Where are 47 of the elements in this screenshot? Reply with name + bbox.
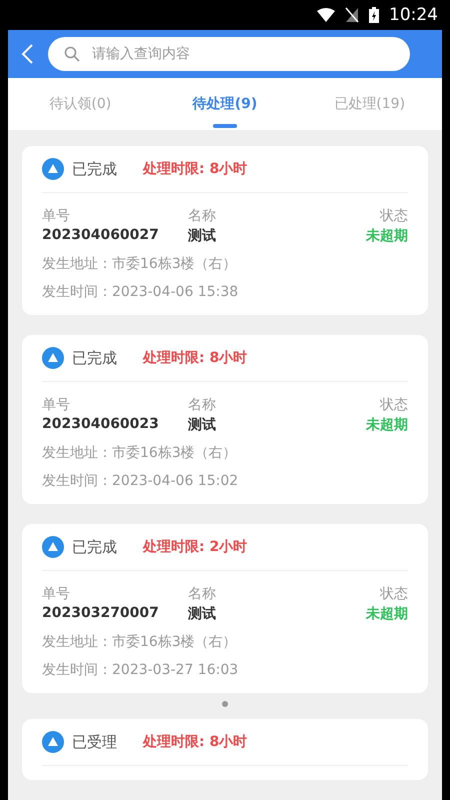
status-icon: [42, 536, 64, 558]
time-limit: 处理时限: 8小时: [143, 349, 248, 367]
search-icon: [64, 46, 80, 62]
time-limit: 处理时限: 8小时: [143, 733, 248, 751]
time-limit: 处理时限: 8小时: [143, 160, 248, 178]
time-text: 发生时间：2023-04-06 15:38: [42, 283, 240, 301]
column-label: 名称: [187, 396, 217, 414]
column-label: 状态: [379, 585, 408, 603]
battery-icon: [369, 7, 379, 23]
status-icon: [42, 158, 64, 180]
clock-time: 10:24: [389, 5, 438, 25]
ticket-name: 测试: [187, 227, 217, 245]
overdue-state: 未超期: [364, 605, 408, 623]
address-text: 发生地址：市委16栋3楼（右）: [42, 255, 238, 273]
ticket-status: 已完成: [72, 160, 117, 178]
ticket-number: 202304060023: [42, 416, 160, 434]
status-icon: [42, 731, 64, 753]
column-label: 单号: [42, 396, 71, 414]
column-label: 状态: [379, 396, 408, 414]
wifi-icon: [317, 8, 335, 22]
ticket-name: 测试: [187, 416, 217, 434]
ticket-card[interactable]: 已完成 处理时限: 8小时 单号 名称 状态 202304060023 测试 未超期 发生地址：市委16栋3楼（右） 发生时间：2023-04-06 15:02: [22, 335, 428, 504]
time-text: 发生时间：2023-03-27 16:03: [42, 661, 240, 679]
ticket-name: 测试: [187, 605, 217, 623]
column-label: 单号: [42, 207, 71, 225]
ticket-number: 202303270007: [42, 605, 160, 623]
address-text: 发生地址：市委16栋3楼（右）: [42, 444, 238, 462]
ticket-number: 202304060027: [42, 227, 160, 245]
ticket-status: 已完成: [72, 348, 117, 368]
overdue-state: 未超期: [364, 416, 408, 434]
address-text: 发生地址：市委16栋3楼（右）: [42, 633, 238, 651]
ticket-status: 已完成: [72, 538, 117, 556]
ticket-status: 已受理: [72, 732, 117, 752]
time-limit: 处理时限: 2小时: [143, 538, 248, 556]
ticket-card[interactable]: 已完成 处理时限: 8小时 单号 名称 状态 202304060027 测试 未超期 发生地址：市委16栋3楼（右） 发生时间：2023-04-06 15:38: [22, 146, 428, 315]
status-icon: [42, 347, 64, 369]
column-label: 名称: [187, 207, 217, 225]
column-label: 名称: [187, 585, 217, 603]
ticket-card[interactable]: 已完成 处理时限: 2小时 单号 名称 状态 202303270007 测试 未超期 发生地址：市委16栋3楼（右） 发生时间：2023-03-27 16:03: [22, 524, 428, 693]
search-field[interactable]: 请输入查询内容: [48, 37, 410, 71]
no-signal-icon: [345, 7, 359, 23]
ticket-card[interactable]: 已受理 处理时限: 8小时: [22, 719, 428, 780]
time-text: 发生时间：2023-04-06 15:02: [42, 472, 240, 490]
column-label: 状态: [379, 207, 408, 225]
overdue-state: 未超期: [364, 227, 408, 245]
tab[interactable]: 待处理(9): [152, 78, 298, 130]
column-label: 单号: [42, 585, 71, 603]
